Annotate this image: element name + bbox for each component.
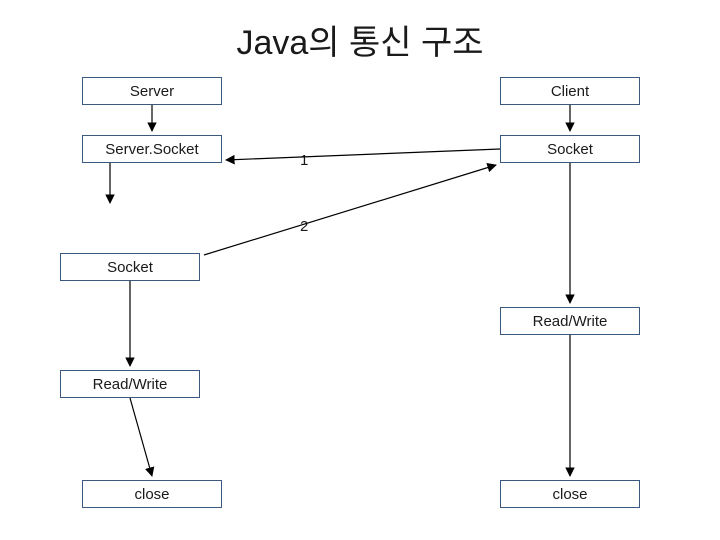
node-close-right: close xyxy=(500,480,640,508)
label-step-2: 2 xyxy=(300,218,308,235)
node-readwrite-left: Read/Write xyxy=(60,370,200,398)
arrow-rw-to-close-left xyxy=(130,398,152,476)
node-readwrite-right: Read/Write xyxy=(500,307,640,335)
label-step-1: 1 xyxy=(300,152,308,169)
arrow-step-2 xyxy=(204,165,496,255)
node-close-left: close xyxy=(82,480,222,508)
node-server: Server xyxy=(82,77,222,105)
diagram-title: Java의 통신 구조 xyxy=(0,15,720,64)
node-server-socket: Server.Socket xyxy=(82,135,222,163)
node-socket-right: Socket xyxy=(500,135,640,163)
node-client: Client xyxy=(500,77,640,105)
arrow-step-1 xyxy=(226,149,500,160)
node-socket-left: Socket xyxy=(60,253,200,281)
